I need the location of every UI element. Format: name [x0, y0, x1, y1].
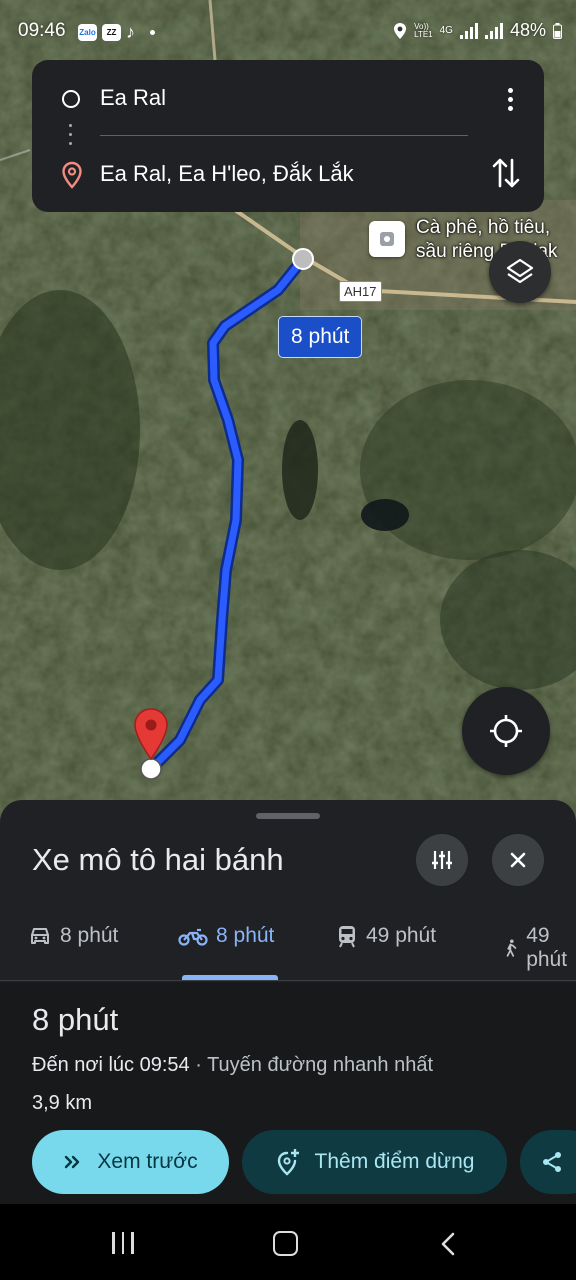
my-location-button[interactable] — [462, 687, 550, 775]
share-button[interactable] — [520, 1130, 576, 1194]
origin-field[interactable]: Ea Ral — [100, 85, 166, 111]
route-summary[interactable]: 8 phút Đến nơi lúc 09:54 · Tuyến đường n… — [0, 982, 576, 1204]
home-icon[interactable] — [273, 1231, 298, 1256]
destination-field[interactable]: Ea Ral, Ea H'leo, Đắk Lắk — [100, 161, 354, 187]
location-pin-icon — [62, 161, 82, 189]
double-chevron-icon — [65, 1155, 80, 1169]
status-right: Vo)) LTE1 4G 48% — [393, 20, 562, 41]
swap-icon[interactable] — [490, 156, 522, 190]
more-notifications-dot — [150, 30, 155, 35]
bottom-sheet[interactable]: Xe mô tô hai bánh 8 phút 8 phút 49 phút … — [0, 800, 576, 1204]
signal-icon — [459, 22, 478, 39]
travel-mode-tabs: 8 phút 8 phút 49 phút 49 phút — [0, 910, 576, 981]
battery-percent: 48% — [509, 20, 546, 40]
status-time: 09:46 — [18, 20, 66, 41]
back-icon[interactable] — [440, 1232, 456, 1256]
more-vert-icon[interactable] — [506, 86, 514, 112]
layers-button[interactable] — [489, 241, 551, 303]
route-start-marker — [292, 248, 314, 270]
signal-2-icon — [484, 22, 503, 39]
arrival-time: Đến nơi lúc 09:54 — [32, 1054, 190, 1076]
tab-transit[interactable]: 49 phút — [336, 924, 436, 948]
directions-card: Ea Ral Ea Ral, Ea H'leo, Đắk Lắk — [32, 60, 544, 212]
route-options-button[interactable] — [416, 834, 468, 886]
system-nav-bar — [0, 1204, 576, 1280]
recents-icon[interactable] — [112, 1232, 134, 1254]
battery-icon — [553, 22, 562, 39]
route-distance: 3,9 km — [32, 1092, 93, 1114]
status-bar: 09:46 Zalo ZZ ♪ Vo)) LTE1 4G 48% — [0, 0, 576, 64]
tiktok-icon: ♪ — [126, 22, 135, 42]
zalo-icon: Zalo — [78, 24, 97, 41]
origin-circle-icon — [62, 90, 80, 108]
add-stop-button[interactable]: Thêm điểm dừng — [242, 1130, 507, 1194]
crosshair-icon — [490, 715, 522, 747]
poi-label-line1: Cà phê, hồ tiêu, — [416, 217, 551, 238]
divider — [100, 135, 468, 136]
app-notification-icon: ZZ — [102, 24, 121, 41]
separator: · — [189, 1054, 208, 1076]
sheet-title: Xe mô tô hai bánh — [32, 842, 284, 877]
add-location-icon — [277, 1149, 299, 1176]
notification-icons: Zalo ZZ ♪ — [78, 22, 155, 43]
close-button[interactable] — [492, 834, 544, 886]
tab-car[interactable]: 8 phút — [28, 924, 118, 948]
layers-icon — [506, 258, 534, 284]
route-info: Đến nơi lúc 09:54 · Tuyến đường nhanh nh… — [32, 1054, 433, 1077]
motorbike-icon — [178, 928, 208, 946]
tab-motorbike[interactable]: 8 phút — [178, 924, 274, 948]
tab-walk[interactable]: 49 phút — [504, 924, 576, 972]
car-icon — [31, 928, 49, 944]
preview-button[interactable]: Xem trước — [32, 1130, 229, 1194]
tune-icon — [432, 851, 452, 869]
tab-car-label: 8 phút — [60, 924, 119, 947]
road-label: AH17 — [339, 281, 382, 302]
volte-icon: Vo)) LTE1 — [414, 21, 433, 39]
sheet-drag-handle[interactable] — [256, 813, 320, 819]
tab-transit-label: 49 phút — [366, 924, 437, 947]
poi-marker-icon[interactable] — [369, 221, 405, 257]
walk-icon — [506, 939, 517, 957]
route-dots — [69, 124, 73, 151]
route-duration: 8 phút — [32, 1002, 119, 1037]
destination-pin-icon — [134, 708, 168, 761]
active-tab-indicator — [182, 975, 278, 980]
add-stop-label: Thêm điểm dừng — [314, 1150, 475, 1173]
preview-label: Xem trước — [97, 1150, 198, 1173]
location-status-icon — [394, 22, 407, 39]
close-icon — [510, 852, 526, 868]
network-type: 4G — [439, 25, 453, 36]
tab-motorbike-label: 8 phút — [216, 924, 275, 947]
share-icon — [543, 1152, 561, 1172]
tab-walk-label: 49 phút — [526, 924, 568, 971]
transit-icon — [339, 926, 355, 948]
route-duration-badge[interactable]: 8 phút — [278, 316, 363, 358]
map-view[interactable]: Cà phê, hồ tiêu, sầu riêng Daklak AH17 8… — [0, 0, 576, 830]
route-note: Tuyến đường nhanh nhất — [207, 1054, 434, 1076]
